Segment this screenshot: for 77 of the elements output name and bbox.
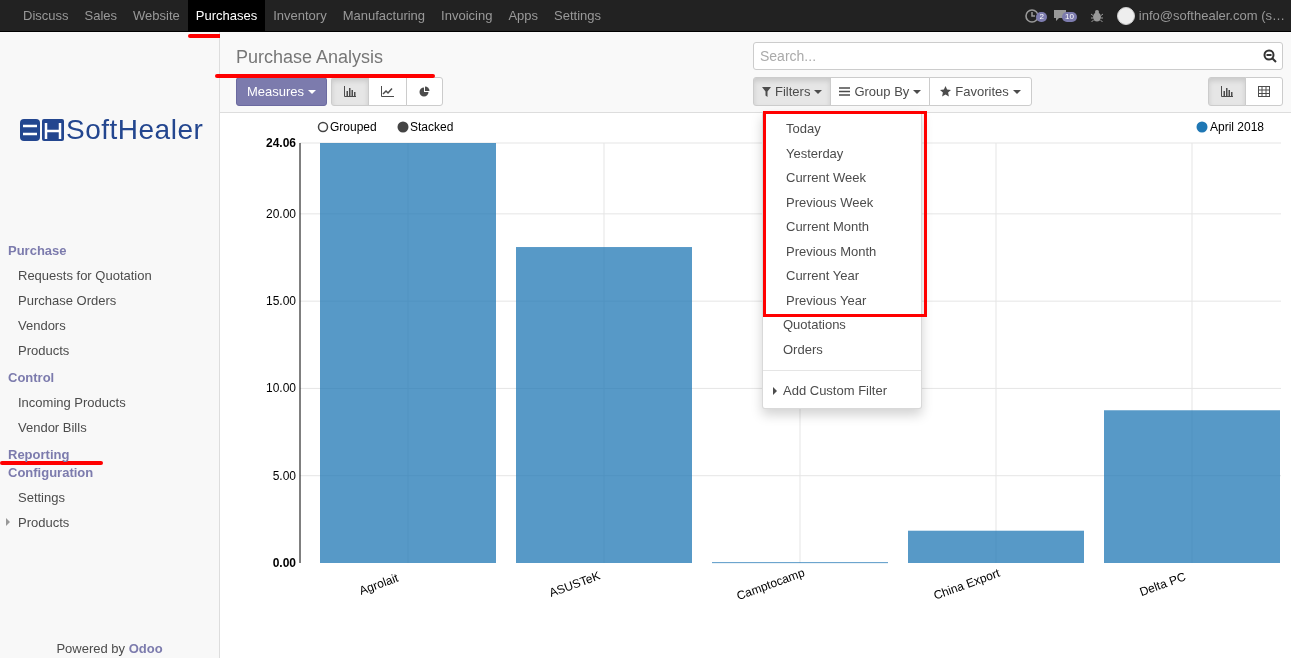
menu-tab[interactable]: Manufacturing <box>334 0 434 31</box>
logo-mark-icon <box>20 117 64 143</box>
filter-option[interactable]: Previous Month <box>766 239 921 264</box>
y-tick-label: 5.00 <box>272 468 296 483</box>
menu-tab[interactable]: Inventory <box>265 0 335 31</box>
filter-option[interactable]: Previous Year <box>766 288 921 313</box>
page-title: Purchase Analysis <box>236 47 384 70</box>
menu-tab[interactable]: Apps <box>500 0 547 31</box>
menu-tab[interactable]: Settings <box>546 0 609 31</box>
pie-chart-icon <box>419 86 431 97</box>
menu-section-title[interactable]: Control <box>0 369 63 387</box>
menu-item[interactable]: Settings <box>0 485 83 510</box>
line-chart-icon <box>381 86 395 97</box>
powered-by-text: Powered by Odoo <box>55 641 164 658</box>
y-tick-label: 0.00 <box>272 556 296 570</box>
expand-arrow-icon <box>773 387 777 395</box>
pivot-view-button[interactable] <box>1245 77 1283 106</box>
list-icon <box>839 87 851 96</box>
avatar[interactable] <box>1116 6 1135 25</box>
menu-tab[interactable]: Invoicing <box>433 0 501 31</box>
y-tick-label: 24.06 <box>265 136 296 150</box>
menu-section-title[interactable]: Purchase <box>0 242 75 260</box>
clock-icon <box>1024 8 1039 23</box>
menu-item[interactable]: Vendors <box>0 313 84 338</box>
filter-option[interactable]: Previous Week <box>766 190 921 215</box>
filter-icon <box>762 86 771 97</box>
radio-label[interactable]: Stacked <box>410 120 454 134</box>
menu-section-title[interactable]: Configuration <box>0 464 102 482</box>
radio-icon[interactable] <box>317 121 329 133</box>
menu-item[interactable]: Purchase Orders <box>0 288 135 313</box>
bar-chart-icon <box>344 86 357 97</box>
activity-count: 2 <box>1036 11 1047 22</box>
graph-view-button[interactable] <box>1208 77 1246 106</box>
filter-option[interactable]: Yesterday <box>766 141 921 166</box>
favorites-button[interactable]: Favorites <box>929 77 1032 106</box>
search-icon <box>1263 49 1277 63</box>
menu-item[interactable]: Products <box>0 338 88 363</box>
radio-label[interactable]: Grouped <box>330 120 377 134</box>
user-menu[interactable]: info@softhealer.com (s… <box>1138 8 1285 23</box>
measures-button[interactable]: Measures <box>236 77 328 106</box>
x-tick-label: China Export <box>931 565 1002 603</box>
filter-option[interactable]: Orders <box>763 337 921 362</box>
radio-icon[interactable] <box>397 121 409 133</box>
star-icon <box>940 86 952 97</box>
caret-icon <box>814 89 823 94</box>
menu-item[interactable]: Incoming Products <box>0 390 144 415</box>
caret-icon <box>308 89 317 94</box>
filter-option[interactable]: Current Year <box>766 264 921 289</box>
filter-option[interactable]: Current Week <box>766 166 921 191</box>
y-tick-label: 20.00 <box>265 206 296 221</box>
caret-icon <box>913 89 922 94</box>
bar-chart-icon <box>1221 86 1233 97</box>
message-count: 10 <box>1061 12 1077 22</box>
search-field[interactable]: Search... <box>753 42 1283 70</box>
legend-label[interactable]: April 2018 <box>1210 120 1265 134</box>
pie-chart-button[interactable] <box>406 77 444 106</box>
menu-tab[interactable]: Sales <box>76 0 126 31</box>
y-tick-label: 10.00 <box>265 381 296 396</box>
bug-icon <box>1090 9 1103 22</box>
menu-tab[interactable]: Website <box>125 0 188 31</box>
logo-text: SoftHealer <box>66 114 204 146</box>
bar-chart-button[interactable] <box>331 77 370 106</box>
caret-icon <box>1012 89 1021 94</box>
menu-item[interactable]: Products <box>0 510 88 535</box>
menu-item[interactable]: Requests for Quotation <box>0 263 170 288</box>
add-custom-filter[interactable]: Add Custom Filter <box>763 379 921 403</box>
y-tick-label: 15.00 <box>265 294 296 309</box>
menu-tab[interactable]: Discuss <box>15 0 77 31</box>
filter-option[interactable]: Today <box>766 117 921 142</box>
filter-option[interactable]: Current Month <box>766 215 921 240</box>
filters-button[interactable]: Filters <box>753 77 832 106</box>
group-by-button[interactable]: Group By <box>830 77 931 106</box>
menu-item[interactable]: Vendor Bills <box>0 415 105 440</box>
menu-section-title[interactable]: Reporting <box>0 446 78 464</box>
table-icon <box>1258 86 1270 97</box>
filter-option[interactable]: Quotations <box>763 313 921 338</box>
x-tick-label: Delta PC <box>1137 569 1188 600</box>
